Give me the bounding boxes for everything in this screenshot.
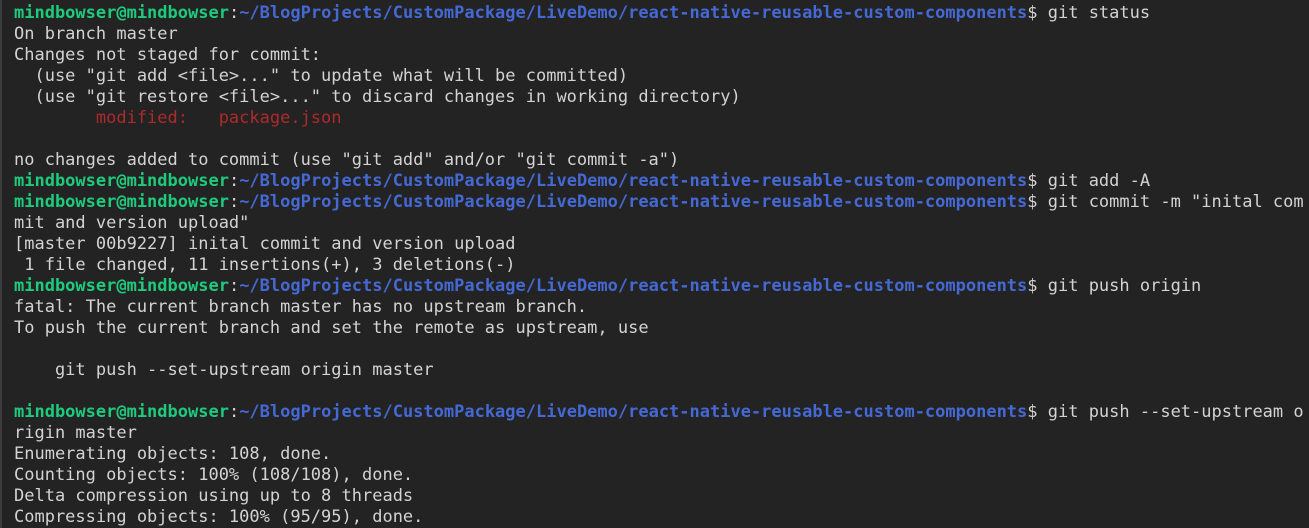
terminal-output-line: mit and version upload" — [14, 213, 1309, 234]
prompt-colon: : — [229, 192, 239, 212]
prompt-user: mindbowser@mindbowser — [14, 171, 229, 191]
output-text: Enumerating objects: 108, done. — [14, 444, 331, 464]
output-text: On branch master — [14, 24, 178, 44]
output-text: (use "git add <file>..." to update what … — [14, 66, 628, 86]
terminal-prompt-line: mindbowser@mindbowser:~/BlogProjects/Cus… — [14, 402, 1309, 423]
terminal-body[interactable]: mindbowser@mindbowser:~/BlogProjects/Cus… — [14, 3, 1309, 528]
prompt-user: mindbowser@mindbowser — [14, 402, 229, 422]
output-text — [14, 381, 24, 401]
terminal-output-line: To push the current branch and set the r… — [14, 318, 1309, 339]
terminal-output-line: Changes not staged for commit: — [14, 45, 1309, 66]
output-text — [14, 339, 24, 359]
terminal-prompt-line: mindbowser@mindbowser:~/BlogProjects/Cus… — [14, 3, 1309, 24]
output-text: [master 00b9227] inital commit and versi… — [14, 234, 516, 254]
output-text: no changes added to commit (use "git add… — [14, 150, 679, 170]
terminal-output-line — [14, 339, 1309, 360]
prompt-command: $ git add -A — [1027, 171, 1150, 191]
prompt-path: ~/BlogProjects/CustomPackage/LiveDemo/re… — [239, 402, 1027, 422]
output-text: mit and version upload" — [14, 213, 249, 233]
terminal-output-line: Counting objects: 100% (108/108), done. — [14, 465, 1309, 486]
prompt-colon: : — [229, 276, 239, 296]
output-text: modified: package.json — [14, 108, 342, 128]
terminal-output-line: git push --set-upstream origin master — [14, 360, 1309, 381]
output-text: rigin master — [14, 423, 137, 443]
prompt-colon: : — [229, 402, 239, 422]
prompt-path: ~/BlogProjects/CustomPackage/LiveDemo/re… — [239, 276, 1027, 296]
prompt-colon: : — [229, 3, 239, 23]
terminal-output-line: (use "git restore <file>..." to discard … — [14, 87, 1309, 108]
output-text: Changes not staged for commit: — [14, 45, 321, 65]
terminal-output-line: On branch master — [14, 24, 1309, 45]
terminal-output-line: Delta compression using up to 8 threads — [14, 486, 1309, 507]
prompt-path: ~/BlogProjects/CustomPackage/LiveDemo/re… — [239, 192, 1027, 212]
output-text: git push --set-upstream origin master — [14, 360, 434, 380]
prompt-user: mindbowser@mindbowser — [14, 192, 229, 212]
output-text: fatal: The current branch master has no … — [14, 297, 587, 317]
output-text: To push the current branch and set the r… — [14, 318, 649, 338]
prompt-path: ~/BlogProjects/CustomPackage/LiveDemo/re… — [239, 171, 1027, 191]
prompt-path: ~/BlogProjects/CustomPackage/LiveDemo/re… — [239, 3, 1027, 23]
output-text: Compressing objects: 100% (95/95), done. — [14, 507, 423, 527]
prompt-command: $ git push origin — [1027, 276, 1201, 296]
terminal-window: mindbowser@mindbowser:~/BlogProjects/Cus… — [0, 0, 1309, 528]
output-text: 1 file changed, 11 insertions(+), 3 dele… — [14, 255, 516, 275]
output-text: Delta compression using up to 8 threads — [14, 486, 413, 506]
prompt-user: mindbowser@mindbowser — [14, 276, 229, 296]
prompt-command: $ git commit -m "inital com — [1027, 192, 1303, 212]
output-text: (use "git restore <file>..." to discard … — [14, 87, 741, 107]
terminal-prompt-line: mindbowser@mindbowser:~/BlogProjects/Cus… — [14, 171, 1309, 192]
terminal-output-line: Compressing objects: 100% (95/95), done. — [14, 507, 1309, 528]
terminal-output-line: modified: package.json — [14, 108, 1309, 129]
terminal-output-line: fatal: The current branch master has no … — [14, 297, 1309, 318]
terminal-output-line: 1 file changed, 11 insertions(+), 3 dele… — [14, 255, 1309, 276]
prompt-command: $ git status — [1027, 3, 1150, 23]
terminal-output-line: rigin master — [14, 423, 1309, 444]
terminal-output-line: [master 00b9227] inital commit and versi… — [14, 234, 1309, 255]
terminal-output-line: Enumerating objects: 108, done. — [14, 444, 1309, 465]
terminal-output-line — [14, 129, 1309, 150]
terminal-output-line: (use "git add <file>..." to update what … — [14, 66, 1309, 87]
terminal-output-line — [14, 381, 1309, 402]
output-text: Counting objects: 100% (108/108), done. — [14, 465, 413, 485]
prompt-user: mindbowser@mindbowser — [14, 3, 229, 23]
terminal-output-line: no changes added to commit (use "git add… — [14, 150, 1309, 171]
prompt-command: $ git push --set-upstream o — [1027, 402, 1303, 422]
terminal-prompt-line: mindbowser@mindbowser:~/BlogProjects/Cus… — [14, 276, 1309, 297]
terminal-prompt-line: mindbowser@mindbowser:~/BlogProjects/Cus… — [14, 192, 1309, 213]
output-text — [14, 129, 24, 149]
prompt-colon: : — [229, 171, 239, 191]
